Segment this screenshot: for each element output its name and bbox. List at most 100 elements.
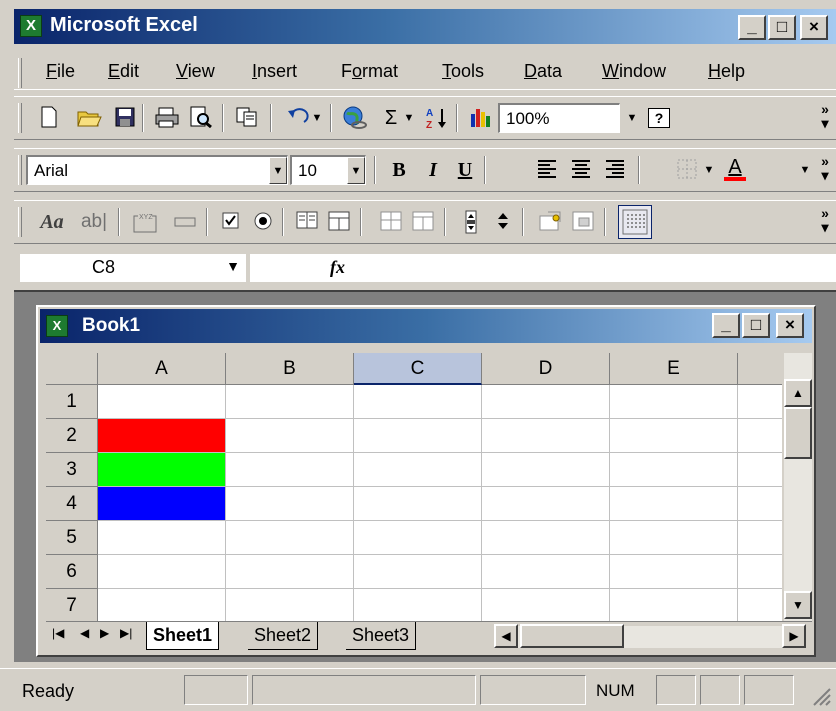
cell-b5[interactable] — [226, 521, 354, 555]
scroll-bar-tool-icon[interactable] — [458, 210, 484, 234]
toolbar-grip[interactable] — [18, 155, 22, 185]
cell-e5[interactable] — [610, 521, 738, 555]
cell-b7[interactable] — [226, 589, 354, 621]
cell-f5[interactable] — [738, 521, 782, 555]
print-icon[interactable] — [154, 106, 180, 130]
scroll-up-button[interactable]: ▲ — [784, 379, 812, 407]
zoom-select[interactable]: 100% — [498, 103, 620, 133]
name-box-dropdown-icon[interactable]: ▼ — [226, 258, 240, 274]
menu-file[interactable]: File — [46, 61, 75, 82]
vertical-scroll-thumb[interactable] — [784, 407, 812, 459]
select-all-corner[interactable] — [46, 353, 98, 385]
cell-f6[interactable] — [738, 555, 782, 589]
menu-tools[interactable]: Tools — [442, 61, 484, 82]
insert-function-icon[interactable]: fx — [330, 257, 345, 278]
sheet-tab-sheet3[interactable]: Sheet3 — [346, 622, 417, 650]
menu-format[interactable]: Format — [341, 61, 398, 82]
row-header-3[interactable]: 3 — [46, 453, 98, 487]
cell-a3[interactable] — [98, 453, 226, 487]
cell-d2[interactable] — [482, 419, 610, 453]
autosum-dropdown-icon[interactable]: ▼ — [402, 106, 416, 130]
font-name-select[interactable]: Arial ▼ — [26, 155, 288, 185]
copy-icon[interactable] — [234, 106, 260, 130]
scroll-down-button[interactable]: ▼ — [784, 591, 812, 619]
row-header-5[interactable]: 5 — [46, 521, 98, 555]
toolbar-options-icon[interactable]: » ▾ — [818, 154, 832, 186]
cell-d3[interactable] — [482, 453, 610, 487]
cell-d6[interactable] — [482, 555, 610, 589]
cell-a7[interactable] — [98, 589, 226, 621]
row-header-4[interactable]: 4 — [46, 487, 98, 521]
close-button[interactable]: × — [800, 15, 828, 40]
font-size-select[interactable]: 10 ▼ — [290, 155, 366, 185]
prev-sheet-icon[interactable]: ◀ — [80, 626, 89, 640]
cell-c6[interactable] — [354, 555, 482, 589]
cell-a2[interactable] — [98, 419, 226, 453]
cell-c1[interactable] — [354, 385, 482, 419]
font-color-icon[interactable]: A — [722, 157, 748, 182]
cell-b6[interactable] — [226, 555, 354, 589]
workbook-minimize-button[interactable]: _ — [712, 313, 740, 338]
font-size-dropdown-icon[interactable]: ▼ — [347, 157, 365, 184]
combo-dropdown-edit-tool-icon[interactable] — [410, 210, 436, 234]
cell-a4[interactable] — [98, 487, 226, 521]
formula-input[interactable]: fx — [250, 254, 836, 282]
workbook-close-button[interactable]: × — [776, 313, 804, 338]
menu-help[interactable]: Help — [708, 61, 745, 82]
cell-a5[interactable] — [98, 521, 226, 555]
workbook-icon[interactable]: X — [46, 315, 68, 337]
control-properties-icon[interactable] — [538, 210, 564, 234]
menu-edit[interactable]: Edit — [108, 61, 139, 82]
row-header-7[interactable]: 7 — [46, 589, 98, 621]
menu-view[interactable]: View — [176, 61, 215, 82]
spinner-tool-icon[interactable] — [490, 210, 516, 234]
vertical-scrollbar[interactable]: ▲ ▼ — [784, 353, 812, 621]
toolbar-grip[interactable] — [18, 103, 22, 133]
cell-f7[interactable] — [738, 589, 782, 621]
combo-list-edit-tool-icon[interactable] — [378, 210, 404, 234]
undo-icon[interactable] — [284, 106, 310, 130]
scroll-left-button[interactable]: ◀ — [494, 624, 518, 648]
sort-ascending-icon[interactable]: AZ — [424, 106, 450, 131]
open-folder-icon[interactable] — [76, 106, 102, 130]
align-left-icon[interactable] — [534, 158, 560, 182]
menu-window[interactable]: Window — [602, 61, 666, 82]
label-tool-icon[interactable]: Aa — [32, 210, 72, 234]
chart-wizard-icon[interactable] — [468, 106, 494, 130]
cell-e3[interactable] — [610, 453, 738, 487]
cell-e7[interactable] — [610, 589, 738, 621]
cell-c7[interactable] — [354, 589, 482, 621]
cell-f1[interactable] — [738, 385, 782, 419]
sheet-tab-sheet1[interactable]: Sheet1 — [146, 622, 220, 650]
toolbar-options-icon[interactable]: » ▾ — [818, 206, 832, 238]
group-box-icon[interactable]: XYZ — [132, 210, 158, 234]
minimize-button[interactable]: _ — [738, 15, 766, 40]
zoom-dropdown-icon[interactable]: ▼ — [624, 106, 640, 130]
cell-c4[interactable] — [354, 487, 482, 521]
option-button-tool-icon[interactable] — [250, 210, 276, 234]
font-name-dropdown-icon[interactable]: ▼ — [269, 157, 287, 184]
list-box-tool-icon[interactable] — [294, 210, 320, 234]
menu-insert[interactable]: Insert — [252, 61, 297, 82]
menu-bar-grip[interactable] — [18, 58, 22, 88]
borders-icon[interactable] — [674, 158, 700, 182]
horizontal-scrollbar[interactable]: ◀ ▶ — [494, 624, 806, 648]
cell-f2[interactable] — [738, 419, 782, 453]
first-sheet-icon[interactable]: |◀ — [52, 626, 64, 640]
workbook-maximize-button[interactable]: □ — [742, 313, 770, 338]
cell-d1[interactable] — [482, 385, 610, 419]
insert-hyperlink-icon[interactable] — [342, 106, 368, 130]
cell-a1[interactable] — [98, 385, 226, 419]
new-document-icon[interactable] — [36, 106, 62, 130]
resize-grip-icon[interactable] — [810, 685, 832, 707]
cell-c3[interactable] — [354, 453, 482, 487]
combo-box-tool-icon[interactable] — [326, 210, 352, 234]
cell-b2[interactable] — [226, 419, 354, 453]
toolbar-grip[interactable] — [18, 207, 22, 237]
row-header-1[interactable]: 1 — [46, 385, 98, 419]
row-header-6[interactable]: 6 — [46, 555, 98, 589]
save-icon[interactable] — [112, 106, 138, 130]
borders-dropdown-icon[interactable]: ▼ — [702, 158, 716, 182]
toolbar-options-icon[interactable]: » ▾ — [818, 102, 832, 134]
column-header-b[interactable]: B — [226, 353, 354, 385]
